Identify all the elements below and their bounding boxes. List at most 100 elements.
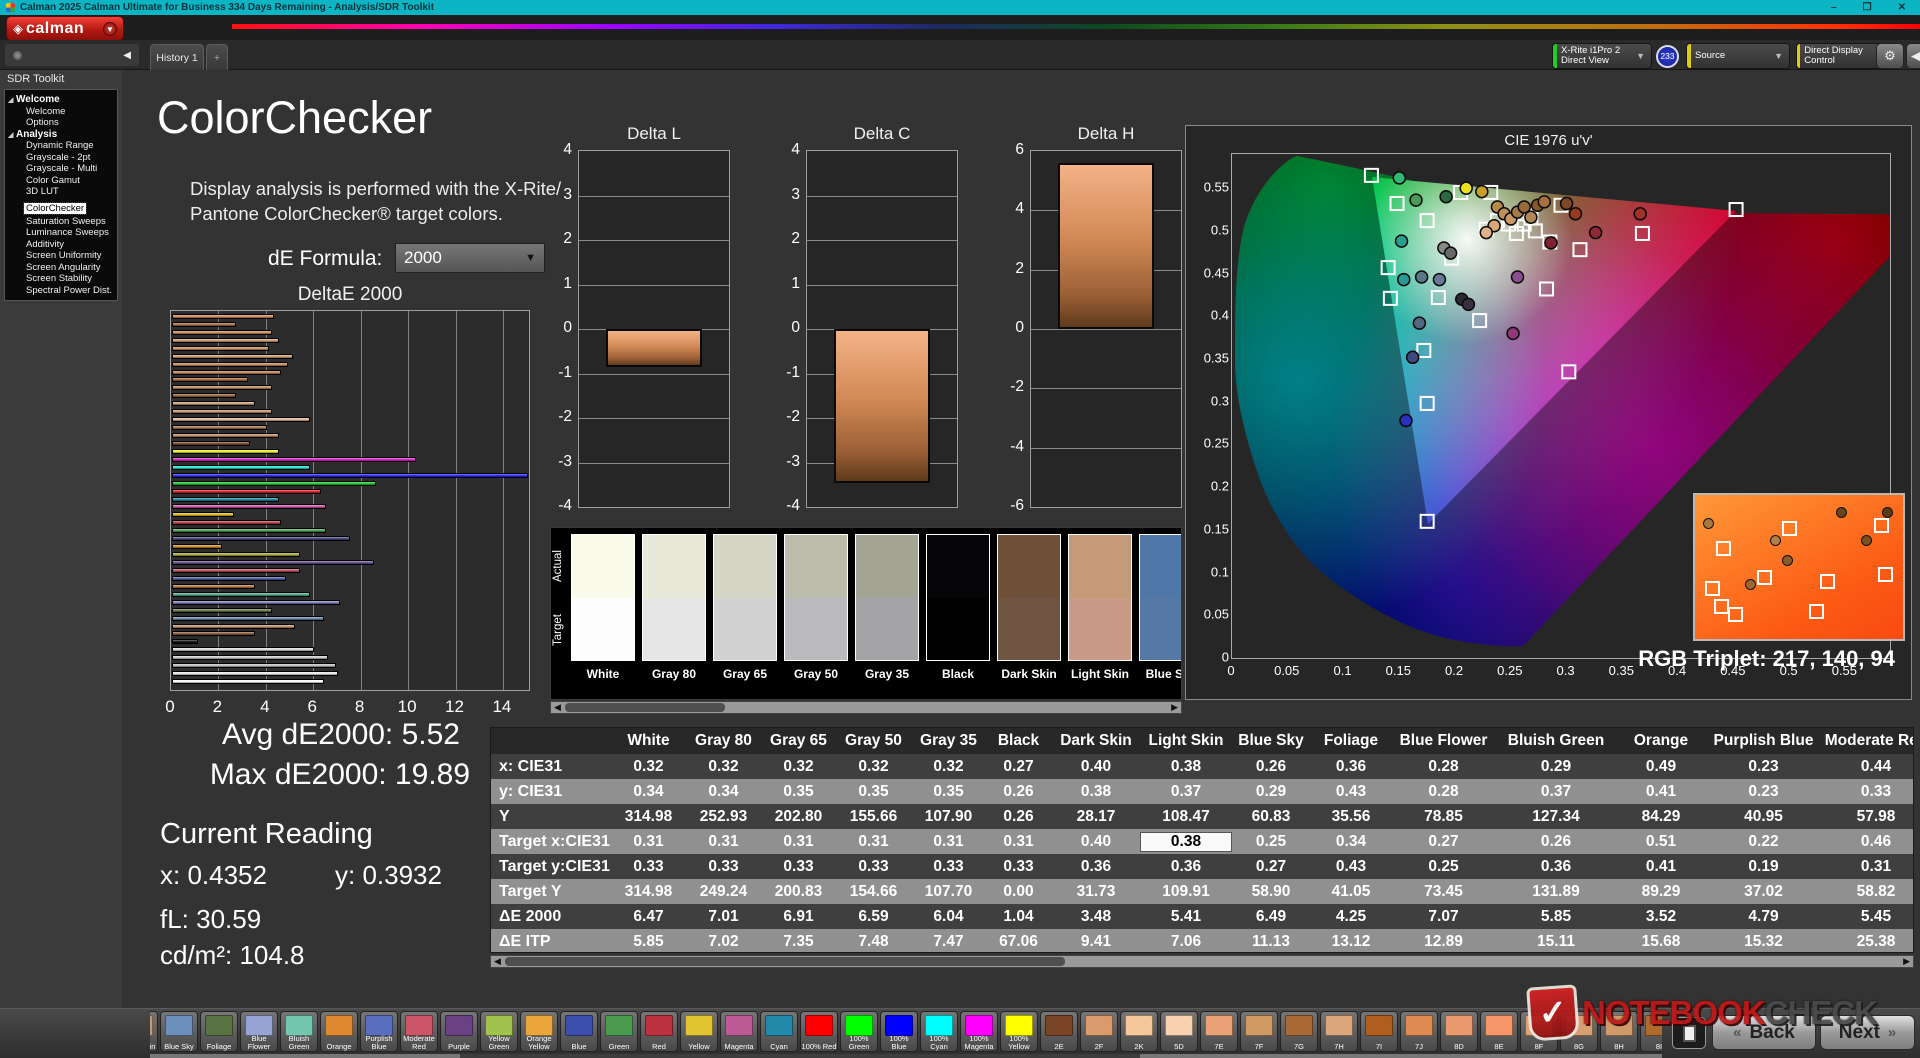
sidebar-item-options[interactable]: Options [8, 117, 117, 129]
table-cell: 0.26 [1231, 758, 1311, 776]
tree-section-welcome[interactable]: ◢Welcome [8, 94, 117, 106]
patch-button-8h[interactable]: 8H [1600, 1011, 1638, 1052]
sidebar-item-spectral-power-dist-[interactable]: Spectral Power Dist. [8, 285, 117, 297]
patch-button-purplish-blue[interactable]: Purplish Blue [360, 1011, 398, 1052]
patch-button-7h[interactable]: 7H [1320, 1011, 1358, 1052]
meter-dropdown[interactable]: X-Rite i1Pro 2 Direct View ▼ [1552, 43, 1652, 69]
patch-button-yellow-green[interactable]: Yellow Green [480, 1011, 518, 1052]
calman-logo-button[interactable]: ◈ calman ▼ [6, 16, 124, 41]
patch-button-8i[interactable]: 8I [1640, 1011, 1662, 1052]
patch-button-8f[interactable]: 8F [1520, 1011, 1558, 1052]
sidebar-item-grayscale-2pt[interactable]: Grayscale - 2pt [8, 152, 117, 164]
patch-button-foliage[interactable]: Foliage [200, 1011, 238, 1052]
patch-actual [572, 535, 634, 598]
table-cell: 0.36 [1496, 858, 1616, 876]
patch-button-7g[interactable]: 7G [1280, 1011, 1318, 1052]
close-button[interactable]: ✕ [1898, 2, 1906, 13]
table-cell: 0.31 [761, 833, 836, 851]
tab-add[interactable]: + [206, 44, 228, 70]
patch-button-7j[interactable]: 7J [1400, 1011, 1438, 1052]
source-dropdown[interactable]: Source ▼ [1686, 43, 1790, 69]
tree-expander-icon[interactable]: ◢ [8, 95, 13, 107]
sidebar-item-dynamic-range[interactable]: Dynamic Range [8, 140, 117, 152]
patch-color-chip [845, 1015, 873, 1036]
patch-button-orange-yellow[interactable]: Orange Yellow [520, 1011, 558, 1052]
deltae-bar [172, 497, 279, 502]
patch-button-purple[interactable]: Purple [440, 1011, 478, 1052]
sidebar-item-screen-angularity[interactable]: Screen Angularity [8, 262, 117, 274]
table-cell: 0.33 [1821, 783, 1914, 801]
next-button[interactable]: Next » [1820, 1015, 1915, 1050]
sidebar-item-color-gamut[interactable]: Color Gamut [8, 175, 117, 187]
patch-button-8g[interactable]: 8G [1560, 1011, 1598, 1052]
patch-button-100-magenta[interactable]: 100% Magenta [960, 1011, 998, 1052]
de-formula-dropdown[interactable]: 2000 ▼ [395, 243, 545, 273]
scroll-right-icon[interactable]: ▶ [1171, 702, 1178, 713]
scroll-right-icon[interactable]: ▶ [1903, 956, 1910, 967]
patch-button-moderate-red[interactable]: Moderate Red [400, 1011, 438, 1052]
sidebar-item-additivity[interactable]: Additivity [8, 239, 117, 251]
patch-button-yellow[interactable]: Yellow [680, 1011, 718, 1052]
patch-button-blue-flower[interactable]: Blue Flower [240, 1011, 278, 1052]
collapse-right-button[interactable]: ◀ [1906, 43, 1920, 69]
patch-button-2f[interactable]: 2F [1080, 1011, 1118, 1052]
patch-button-label: Purple [441, 1043, 477, 1051]
restore-button[interactable]: ❐ [1863, 2, 1872, 13]
minimize-button[interactable]: – [1831, 2, 1837, 13]
patch-button-blue-sky[interactable]: Blue Sky [160, 1011, 198, 1052]
tree-expander-icon[interactable]: ◢ [8, 130, 13, 142]
patch-button-7f[interactable]: 7F [1240, 1011, 1278, 1052]
sidebar-item-screen-stability[interactable]: Screen Stability [8, 273, 117, 285]
sidebar-item-grayscale-multi[interactable]: Grayscale - Multi [8, 163, 117, 175]
sidebar-item-screen-uniformity[interactable]: Screen Uniformity [8, 250, 117, 262]
inset-target-marker [1874, 518, 1889, 533]
patch-button-2k[interactable]: 2K [1120, 1011, 1158, 1052]
sidebar-item-3d-lut[interactable]: 3D LUT [8, 186, 117, 198]
patch-button-8d[interactable]: 8D [1440, 1011, 1478, 1052]
patch-button-magenta[interactable]: Magenta [720, 1011, 758, 1052]
patch-button-100-red[interactable]: 100% Red [800, 1011, 838, 1052]
logo-menu-caret-icon[interactable]: ▼ [103, 22, 117, 36]
collapse-left-icon[interactable]: ◀ [123, 50, 131, 61]
patch-button-100-blue[interactable]: 100% Blue [880, 1011, 918, 1052]
tab-history-1[interactable]: History 1 [150, 44, 204, 70]
patch-button-8e[interactable]: 8E [1480, 1011, 1518, 1052]
patch-color-chip [725, 1015, 753, 1036]
patch-button-5d[interactable]: 5D [1160, 1011, 1198, 1052]
sidebar-item-welcome[interactable]: Welcome [8, 106, 117, 118]
sidebar-item-luminance-sweeps[interactable]: Luminance Sweeps [8, 227, 117, 239]
patch-button-cyan[interactable]: Cyan [760, 1011, 798, 1052]
patch-button-2e[interactable]: 2E [1040, 1011, 1078, 1052]
tree-section-analysis[interactable]: ◢Analysis [8, 129, 117, 141]
patch-color-chip [165, 1015, 193, 1036]
patch-display-button[interactable] [1672, 1017, 1706, 1049]
patch-button-green[interactable]: Green [600, 1011, 638, 1052]
patch-bar-scrollbar[interactable] [150, 1054, 1662, 1058]
scroll-left-icon[interactable]: ◀ [494, 956, 501, 967]
scrollbar-thumb[interactable] [460, 1054, 1140, 1058]
patch-button-100-green[interactable]: 100% Green [840, 1011, 878, 1052]
sidebar-item-colorchecker[interactable]: ColorChecker [24, 203, 86, 215]
toolbar: ◀ History 1 + X-Rite i1Pro 2 Direct View… [0, 40, 1920, 70]
sidebar-item-saturation-sweeps[interactable]: Saturation Sweeps [8, 216, 117, 228]
patch-button-red[interactable]: Red [640, 1011, 678, 1052]
patch-button-100-cyan[interactable]: 100% Cyan [920, 1011, 958, 1052]
patch-color-chip [605, 1015, 633, 1036]
patch-label: Gray 80 [642, 667, 706, 681]
patch-button-7i[interactable]: 7I [1360, 1011, 1398, 1052]
back-button[interactable]: « Back [1712, 1015, 1816, 1050]
patch-button-orange[interactable]: Orange [320, 1011, 358, 1052]
scroll-left-icon[interactable]: ◀ [554, 702, 561, 713]
patch-button-light-skin[interactable]: Light Skin [150, 1011, 158, 1052]
layout-panel[interactable]: ◀ [4, 43, 140, 67]
settings-button[interactable]: ⚙ [1876, 43, 1904, 69]
scrollbar-thumb[interactable] [505, 957, 1065, 966]
patch-button-blue[interactable]: Blue [560, 1011, 598, 1052]
strip-row-label-target: Target [552, 600, 566, 660]
scrollbar-thumb[interactable] [565, 703, 725, 712]
swatch-scrollbar[interactable]: ◀ ▶ [550, 701, 1182, 714]
patch-button-bluish-green[interactable]: Bluish Green [280, 1011, 318, 1052]
patch-button-100-yellow[interactable]: 100% Yellow [1000, 1011, 1038, 1052]
patch-button-7e[interactable]: 7E [1200, 1011, 1238, 1052]
table-scrollbar[interactable]: ◀ ▶ [490, 955, 1914, 968]
